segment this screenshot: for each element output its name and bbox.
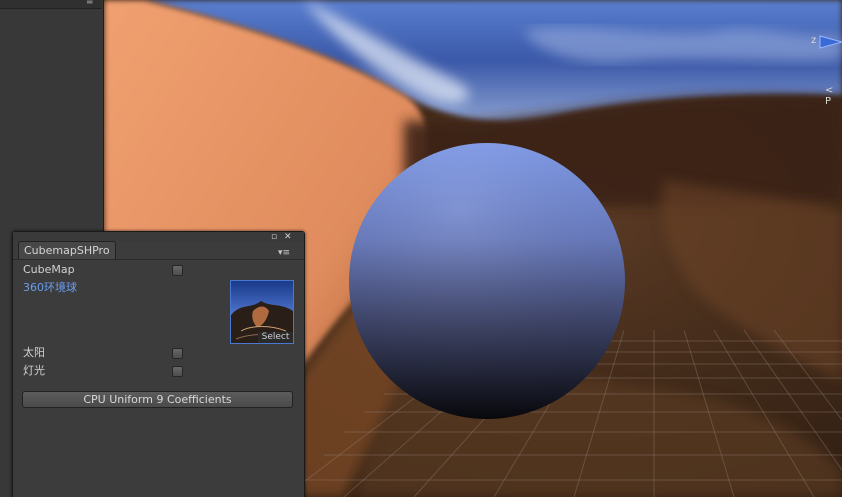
light-checkbox[interactable] bbox=[172, 366, 183, 377]
sun-label: 太阳 bbox=[23, 346, 45, 359]
cubemap-sh-window: ▫ ✕ CubemapSHPro ▾≡ CubeMap 360环境球 Selec… bbox=[12, 231, 305, 497]
texture-select-button[interactable]: Select bbox=[258, 332, 293, 343]
light-label: 灯光 bbox=[23, 364, 45, 377]
cubemap-checkbox[interactable] bbox=[172, 265, 183, 276]
cubemap-label: CubeMap bbox=[23, 263, 75, 276]
window-body: CubeMap 360环境球 Select 太阳 灯光 CPU Uniform … bbox=[13, 259, 304, 497]
unity-editor: ≡ z < P ▫ ✕ CubemapSHPro ▾≡ CubeMap 360环… bbox=[0, 0, 842, 497]
environment-cubemap-thumbnail[interactable]: Select bbox=[230, 280, 294, 344]
tab-cubemap-sh-pro[interactable]: CubemapSHPro bbox=[18, 241, 116, 259]
sun-checkbox[interactable] bbox=[172, 348, 183, 359]
gizmo-z-label: z bbox=[811, 35, 817, 46]
close-icon[interactable]: ✕ bbox=[284, 232, 292, 242]
maximize-icon[interactable]: ▫ bbox=[271, 232, 277, 242]
left-panel-menu-icon[interactable]: ≡ bbox=[86, 0, 100, 7]
texture-label: 360环境球 bbox=[23, 281, 77, 294]
compute-sh-button[interactable]: CPU Uniform 9 Coefficients bbox=[22, 391, 293, 408]
tab-menu-icon[interactable]: ▾≡ bbox=[278, 248, 290, 258]
sh-sphere[interactable] bbox=[349, 143, 625, 419]
gizmo-persp-label[interactable]: < P bbox=[825, 85, 842, 107]
